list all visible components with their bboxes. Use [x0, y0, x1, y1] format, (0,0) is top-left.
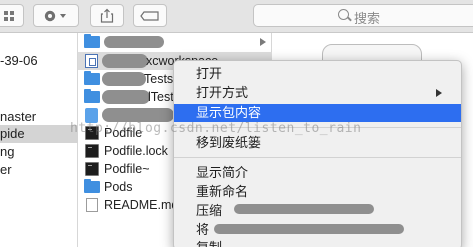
context-menu: 打开 打开方式 显示包内容 移到废纸篓 显示简介 重新命名 压缩 将 复制 [173, 60, 462, 247]
sidebar-item-selected[interactable]: pide [0, 125, 78, 143]
finder-toolbar: 搜索 [0, 0, 473, 33]
menu-separator [174, 157, 461, 158]
redacted-name [102, 90, 150, 104]
menu-item-open-with[interactable]: 打开方式 [174, 84, 461, 102]
chevron-right-icon [260, 38, 266, 46]
redacted-name [102, 108, 174, 122]
redacted-name [104, 36, 164, 48]
share-icon [100, 8, 114, 23]
document-icon [86, 198, 98, 212]
gear-icon [44, 10, 66, 21]
terminal-file-icon [85, 162, 99, 176]
menu-item-move-to-trash[interactable]: 移到废纸篓 [174, 134, 461, 152]
grid-view-icon [4, 10, 14, 21]
share-button[interactable] [90, 4, 124, 27]
terminal-file-icon [85, 144, 99, 158]
menu-item-get-info[interactable]: 显示简介 [174, 164, 461, 182]
folder-icon [84, 34, 100, 48]
tag-icon [140, 10, 159, 21]
sidebar-item[interactable]: naster [0, 108, 78, 126]
search-placeholder: 搜索 [354, 11, 381, 26]
folder-icon [84, 179, 100, 193]
redacted-name [214, 224, 404, 234]
menu-item-copy[interactable]: 复制 [174, 239, 461, 247]
watermark-text: http://blog.csdn.net/listen_to_rain [70, 121, 362, 136]
submenu-arrow-icon [436, 89, 442, 97]
tag-button[interactable] [133, 4, 167, 27]
menu-item-open[interactable]: 打开 [174, 65, 461, 83]
sidebar-item[interactable]: -39-06 [0, 52, 78, 70]
sidebar-item[interactable]: er [0, 161, 78, 179]
menu-item-rename[interactable]: 重新命名 [174, 183, 461, 201]
xcode-workspace-icon [85, 54, 98, 68]
redacted-name [234, 204, 374, 214]
sidebar-item[interactable]: ng [0, 143, 78, 161]
redacted-name [102, 72, 146, 86]
folder-icon [84, 89, 100, 103]
view-options-button[interactable] [0, 4, 24, 27]
menu-item-show-package-contents[interactable]: 显示包内容 [174, 104, 461, 122]
list-item[interactable] [78, 33, 272, 51]
action-menu-button[interactable] [33, 4, 79, 27]
redacted-name [102, 54, 148, 68]
folder-icon [84, 71, 100, 85]
search-icon [338, 9, 349, 20]
parent-column: -39-06 naster pide ng er [0, 33, 78, 247]
